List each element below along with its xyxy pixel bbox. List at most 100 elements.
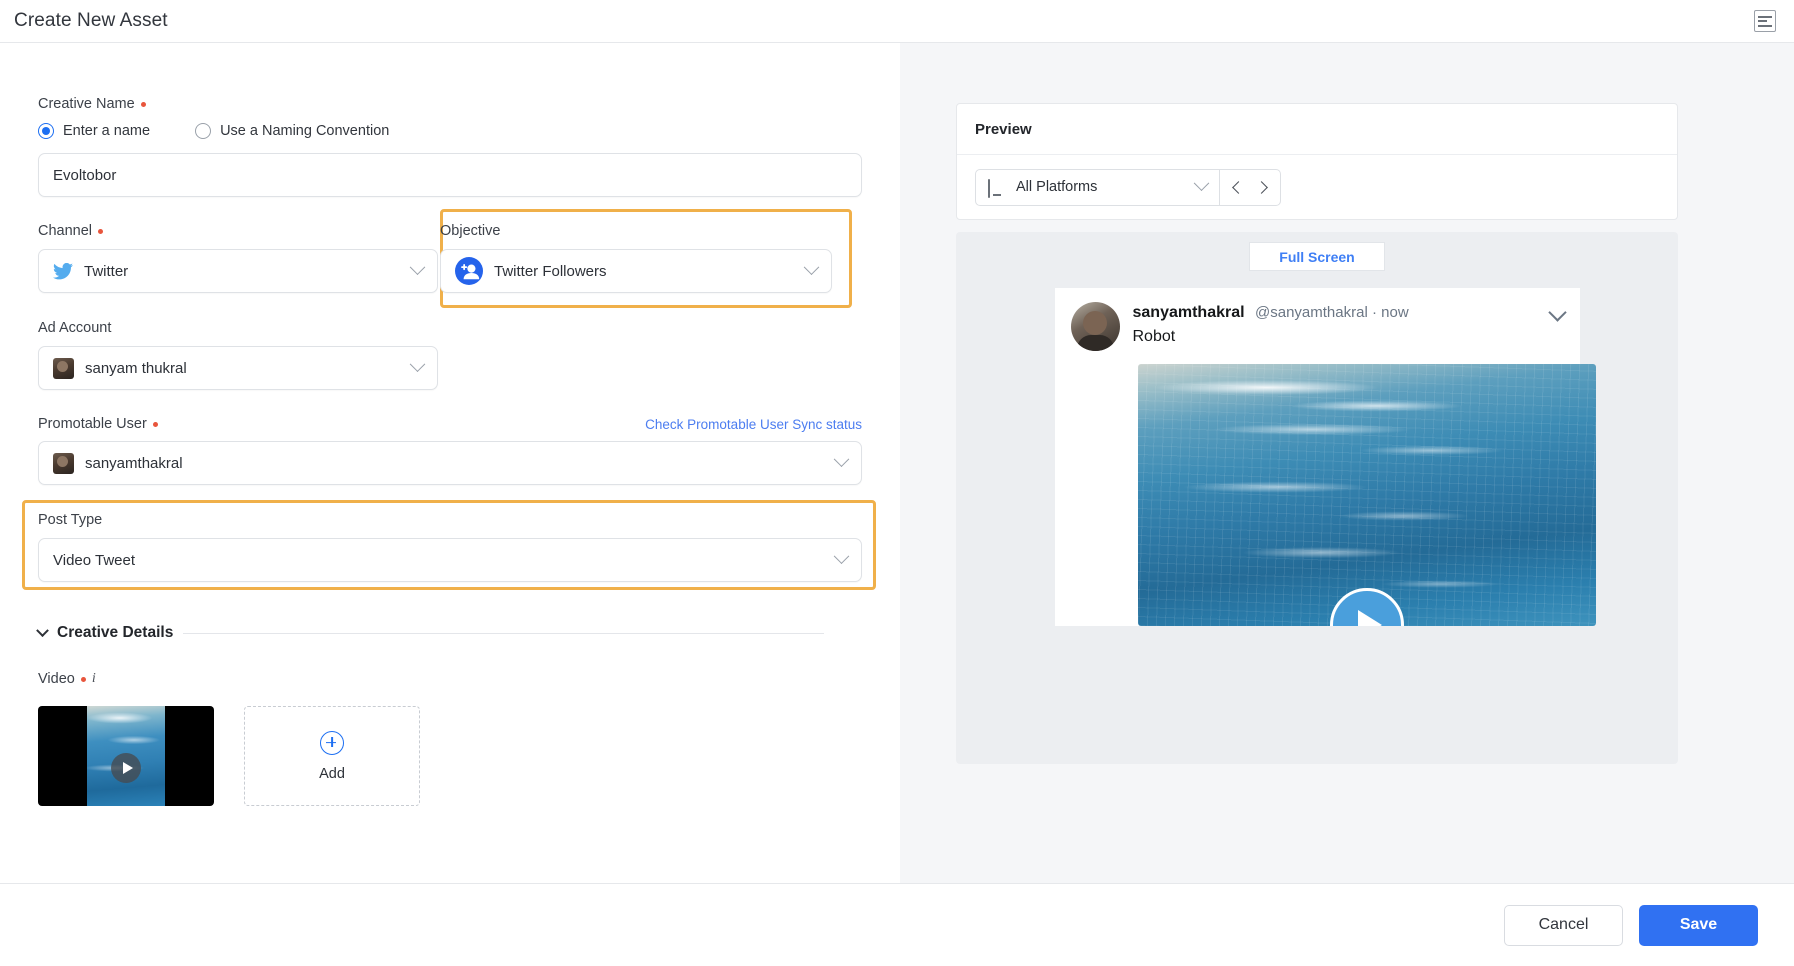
promotable-user-value: sanyamthakral [85, 454, 183, 472]
channel-value-wrap: Twitter [53, 262, 412, 280]
creative-details-title: Creative Details [57, 624, 174, 641]
creative-name-label: Creative Name [38, 96, 146, 112]
check-sync-status-link[interactable]: Check Promotable User Sync status [645, 417, 862, 432]
modal-body: Creative Name Enter a name Use a Naming … [0, 43, 1794, 923]
required-indicator [80, 676, 86, 682]
add-video-button[interactable]: Add [244, 706, 420, 806]
chevron-left-icon[interactable] [1232, 180, 1245, 194]
radio-label: Use a Naming Convention [220, 123, 390, 139]
label-text: Ad Account [38, 320, 112, 336]
tweet-separator: · [1371, 304, 1377, 321]
preview-nav-arrows [1220, 168, 1281, 206]
tweet-handle-line: @sanyamthakral · now [1255, 304, 1409, 321]
ad-account-field: Ad Account sanyam thukral [0, 319, 900, 390]
objective-label: Objective [440, 223, 500, 239]
full-screen-label: Full Screen [1279, 248, 1355, 265]
preview-toolbar: All Platforms [957, 155, 1677, 219]
chevron-down-icon [36, 623, 49, 637]
creative-name-field: Creative Name Enter a name Use a Naming … [0, 95, 900, 197]
required-indicator [140, 101, 146, 107]
icon-line [1758, 15, 1772, 18]
creative-name-input[interactable]: Evoltobor [38, 153, 862, 197]
radio-use-naming-convention[interactable]: Use a Naming Convention [195, 123, 389, 139]
video-field: Video i [0, 670, 900, 688]
required-indicator [152, 421, 158, 427]
channel-select[interactable]: Twitter [38, 249, 438, 293]
objective-select[interactable]: Twitter Followers [440, 249, 832, 293]
cancel-button[interactable]: Cancel [1504, 904, 1623, 946]
ad-account-value-wrap: sanyam thukral [53, 357, 412, 379]
video-label: Video i [38, 671, 96, 687]
video-thumbnail-row: Add [0, 706, 900, 806]
preview-stage: Full Screen sanyamthakral @sanyamthakral… [956, 232, 1678, 764]
modal-header: Create New Asset [0, 0, 1794, 43]
promotable-user-select[interactable]: sanyamthakral [38, 441, 862, 485]
tweet-media-video[interactable] [1137, 364, 1596, 626]
promotable-user-label-row: Promotable User Check Promotable User Sy… [38, 416, 862, 432]
post-type-select[interactable]: Video Tweet [38, 538, 862, 582]
ad-account-select[interactable]: sanyam thukral [38, 346, 438, 390]
label-text: Objective [440, 223, 501, 239]
twitter-bird-icon [53, 262, 73, 279]
objective-value: Twitter Followers [494, 262, 607, 280]
avatar [1070, 302, 1120, 351]
chevron-down-icon [409, 355, 426, 372]
platform-select[interactable]: All Platforms [975, 168, 1220, 206]
preview-card: Preview All Platforms [956, 103, 1678, 220]
tweet-meta: sanyamthakral @sanyamthakral · now Robot [1133, 302, 1538, 351]
promotable-user-label: Promotable User [38, 416, 158, 432]
preview-title: Preview [975, 120, 1032, 138]
promotable-user-field: Promotable User Check Promotable User Sy… [0, 416, 900, 485]
tweet-identity: sanyamthakral @sanyamthakral · now [1133, 304, 1538, 322]
full-screen-button[interactable]: Full Screen [1249, 242, 1385, 271]
tweet-handle: @sanyamthakral [1255, 304, 1368, 321]
creative-details-section-header[interactable]: Creative Details [0, 623, 862, 642]
play-icon[interactable] [111, 753, 141, 783]
creative-name-mode-radios: Enter a name Use a Naming Convention [38, 123, 862, 139]
chevron-down-icon [803, 258, 820, 275]
tweet-display-name: sanyamthakral [1132, 304, 1245, 321]
post-type-label: Post Type [38, 512, 102, 528]
radio-selected-icon [38, 123, 54, 139]
section-divider [183, 632, 824, 634]
preview-pane: Preview All Platforms Full Screen sanyam… [900, 43, 1794, 923]
tweet-header: sanyamthakral @sanyamthakral · now Robot [1070, 302, 1567, 351]
chevron-down-icon [833, 450, 850, 467]
plus-icon [320, 730, 344, 755]
ad-account-label: Ad Account [38, 320, 111, 336]
save-button[interactable]: Save [1639, 904, 1758, 946]
label-text: Video [38, 671, 75, 687]
objective-field: Objective Twitter Followers [430, 222, 860, 293]
video-thumbnail[interactable] [38, 706, 214, 806]
radio-enter-a-name[interactable]: Enter a name [38, 123, 150, 139]
avatar [53, 357, 74, 379]
required-indicator [98, 228, 104, 234]
chevron-right-icon[interactable] [1255, 180, 1268, 194]
channel-value: Twitter [84, 262, 129, 280]
post-type-field: Post Type Video Tweet [0, 511, 900, 582]
tweet-preview-card: sanyamthakral @sanyamthakral · now Robot [1054, 288, 1596, 626]
label-text: Creative Name [38, 96, 135, 112]
channel-label: Channel [38, 223, 104, 239]
form-pane: Creative Name Enter a name Use a Naming … [0, 43, 900, 923]
objective-value-wrap: Twitter Followers [455, 257, 806, 285]
label-text: Post Type [38, 512, 103, 528]
add-label: Add [319, 765, 345, 782]
preview-card-header: Preview [957, 104, 1677, 155]
chevron-down-icon[interactable] [1547, 303, 1567, 322]
creative-name-value: Evoltobor [53, 166, 117, 184]
monitor-icon [988, 178, 1006, 198]
radio-unselected-icon [195, 123, 212, 139]
play-icon[interactable] [1329, 588, 1404, 626]
info-icon[interactable]: i [92, 671, 96, 687]
label-text: Promotable User [38, 416, 147, 432]
document-list-icon[interactable] [1754, 10, 1776, 32]
tweet-body-text: Robot [1132, 328, 1176, 345]
ad-account-value: sanyam thukral [85, 359, 187, 377]
channel-field: Channel Twitter [0, 222, 438, 293]
post-type-value: Video Tweet [53, 551, 136, 569]
radio-label: Enter a name [63, 123, 151, 139]
page-title: Create New Asset [14, 10, 168, 31]
tweet-timestamp: now [1381, 304, 1409, 321]
create-new-asset-modal: Create New Asset Creative Name Enter a n… [0, 0, 1794, 966]
